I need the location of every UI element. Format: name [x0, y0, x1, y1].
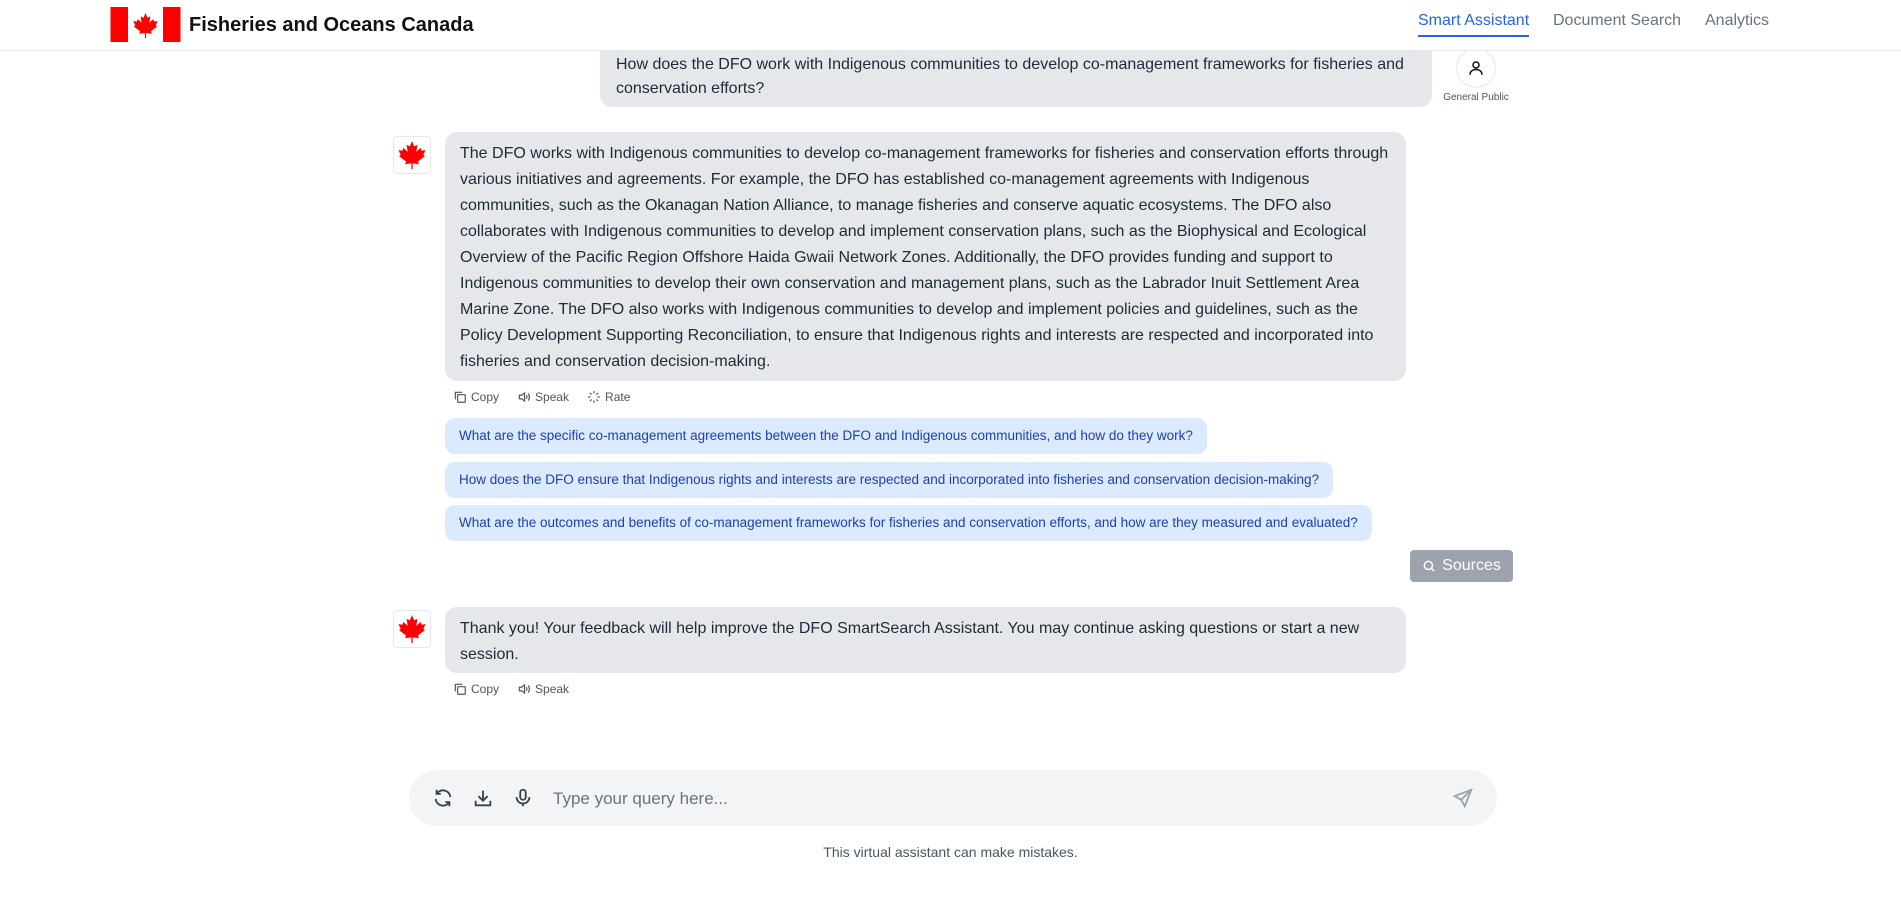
speak-button[interactable]: Speak — [517, 682, 569, 696]
assistant-avatar — [393, 610, 431, 648]
followup-suggestion-3[interactable]: What are the outcomes and benefits of co… — [445, 505, 1372, 541]
sources-button[interactable]: Sources — [1410, 550, 1513, 582]
assistant-avatar — [393, 136, 431, 174]
nav-analytics[interactable]: Analytics — [1705, 12, 1769, 30]
speaker-icon — [518, 391, 530, 403]
disclaimer-text: This virtual assistant can make mistakes… — [823, 844, 1078, 860]
message-actions: Copy Speak Rate — [453, 390, 630, 404]
copy-icon — [454, 391, 466, 403]
copy-button[interactable]: Copy — [453, 682, 499, 696]
download-icon[interactable] — [472, 787, 494, 809]
query-input[interactable] — [551, 782, 1415, 816]
copy-label: Copy — [471, 682, 500, 696]
assistant-message-bubble: The DFO works with Indigenous communitie… — [445, 132, 1406, 381]
nav-document-search[interactable]: Document Search — [1553, 12, 1681, 30]
user-role-label: General Public — [1443, 92, 1509, 103]
speak-button[interactable]: Speak — [517, 390, 569, 404]
canada-flag-logo — [110, 7, 181, 42]
microphone-icon[interactable] — [512, 787, 534, 809]
maple-leaf-icon — [398, 615, 426, 643]
search-icon — [1423, 560, 1435, 572]
speak-label: Speak — [535, 390, 570, 404]
copy-label: Copy — [471, 390, 500, 404]
copy-icon — [454, 683, 466, 695]
site-title: Fisheries and Oceans Canada — [189, 14, 474, 36]
followup-suggestion-1[interactable]: What are the specific co-management agre… — [445, 418, 1207, 454]
refresh-icon[interactable] — [432, 787, 454, 809]
speak-label: Speak — [535, 682, 570, 696]
user-message-bubble: How does the DFO work with Indigenous co… — [600, 44, 1432, 107]
user-avatar — [1456, 48, 1496, 88]
maple-leaf-icon — [398, 141, 426, 169]
speaker-icon — [518, 683, 530, 695]
message-actions: Copy Speak — [453, 682, 569, 696]
rate-button[interactable]: Rate — [587, 390, 630, 404]
send-icon[interactable] — [1452, 787, 1474, 809]
user-icon — [1469, 61, 1483, 75]
sources-label: Sources — [1442, 557, 1501, 574]
nav-smart-assistant[interactable]: Smart Assistant — [1418, 12, 1530, 37]
top-header: Fisheries and Oceans Canada Smart Assist… — [0, 0, 1901, 51]
query-input-bar — [409, 770, 1497, 826]
assistant-message-bubble: Thank you! Your feedback will help impro… — [445, 607, 1406, 673]
followup-suggestion-2[interactable]: How does the DFO ensure that Indigenous … — [445, 462, 1333, 498]
copy-button[interactable]: Copy — [453, 390, 499, 404]
loader-icon — [588, 391, 600, 403]
rate-label: Rate — [605, 390, 631, 404]
